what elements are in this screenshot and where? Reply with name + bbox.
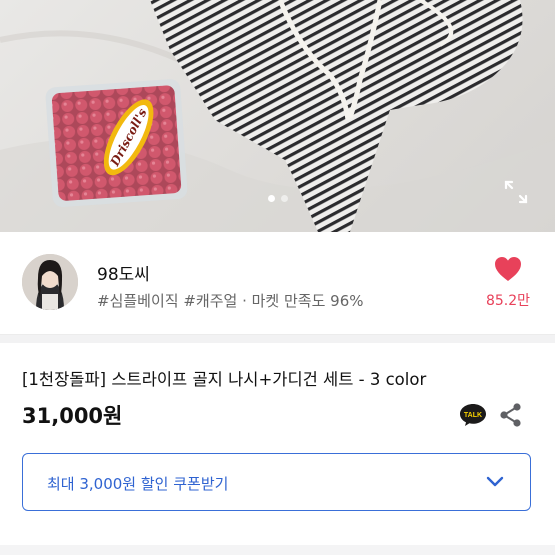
carousel-dot-1[interactable]: [267, 195, 275, 202]
image-carousel-dots[interactable]: [0, 195, 555, 202]
expand-image-button[interactable]: [502, 178, 530, 206]
heart-icon: [495, 257, 521, 281]
share-button[interactable]: [498, 402, 524, 428]
like-button[interactable]: 85.2만: [476, 256, 540, 310]
kakao-talk-label: TALK: [464, 412, 482, 419]
section-divider: [0, 334, 555, 343]
like-count: 85.2만: [485, 293, 531, 309]
shop-name[interactable]: 98도씨: [97, 260, 150, 285]
seller-section[interactable]: 98도씨 #심플베이직 #캐주얼 · 마켓 만족도 96% 85.2만: [0, 232, 555, 334]
avatar-image: [22, 254, 78, 310]
coupon-label: 최대 3,000원 할인 쿠폰받기: [47, 475, 229, 493]
product-price: 31,000원: [22, 404, 123, 428]
product-title: [1천장돌파] 스트라이프 골지 나시+가디건 세트 - 3 color: [22, 370, 427, 389]
share-icon: [500, 403, 521, 427]
bottom-divider: [0, 545, 555, 555]
kakao-talk-icon: TALK: [460, 404, 486, 426]
carousel-dot-2[interactable]: [280, 195, 288, 202]
chevron-down-icon: [486, 476, 504, 487]
shop-tags: #심플베이직 #캐주얼 · 마켓 만족도 96%: [97, 292, 364, 310]
expand-icon: [504, 180, 528, 204]
coupon-download-button[interactable]: 최대 3,000원 할인 쿠폰받기: [22, 453, 531, 511]
product-image[interactable]: Driscoll's: [0, 0, 555, 232]
seller-avatar[interactable]: [22, 254, 78, 310]
kakao-talk-button[interactable]: TALK: [459, 403, 487, 427]
